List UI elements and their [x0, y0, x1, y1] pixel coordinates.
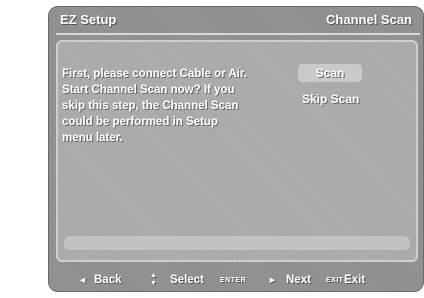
- menu-section-title: Channel Scan: [326, 12, 412, 27]
- message-line: skip this step, the Channel Scan: [62, 100, 239, 112]
- select-label[interactable]: Select: [170, 272, 204, 288]
- back-label[interactable]: Back: [94, 272, 122, 288]
- next-arrow-icon: ►: [268, 275, 277, 285]
- exit-label[interactable]: Exit: [344, 272, 365, 288]
- footer-nav: ◄ Back ▲ ▼ Select ENTER ► Next EXIT Exit: [60, 272, 424, 288]
- back-arrow-icon: ◄: [78, 275, 87, 285]
- exit-key-label: EXIT: [326, 277, 344, 284]
- title-divider: [56, 33, 420, 35]
- help-status-bar: [64, 236, 410, 250]
- menu-title: EZ Setup: [60, 12, 117, 27]
- message-line: could be performed in Setup: [62, 116, 218, 128]
- skip-scan-option[interactable]: Skip Scan: [298, 90, 382, 108]
- scan-option[interactable]: Scan: [298, 64, 362, 82]
- message-line: Start Channel Scan now? If you: [62, 84, 235, 96]
- message-line: First, please connect Cable or Air.: [62, 68, 247, 80]
- instruction-message: First, please connect Cable or Air. Star…: [62, 66, 302, 146]
- up-down-arrow-icon: ▲ ▼: [150, 272, 157, 287]
- next-label[interactable]: Next: [286, 272, 311, 288]
- message-line: menu later.: [62, 132, 123, 144]
- enter-key-label: ENTER: [220, 277, 247, 284]
